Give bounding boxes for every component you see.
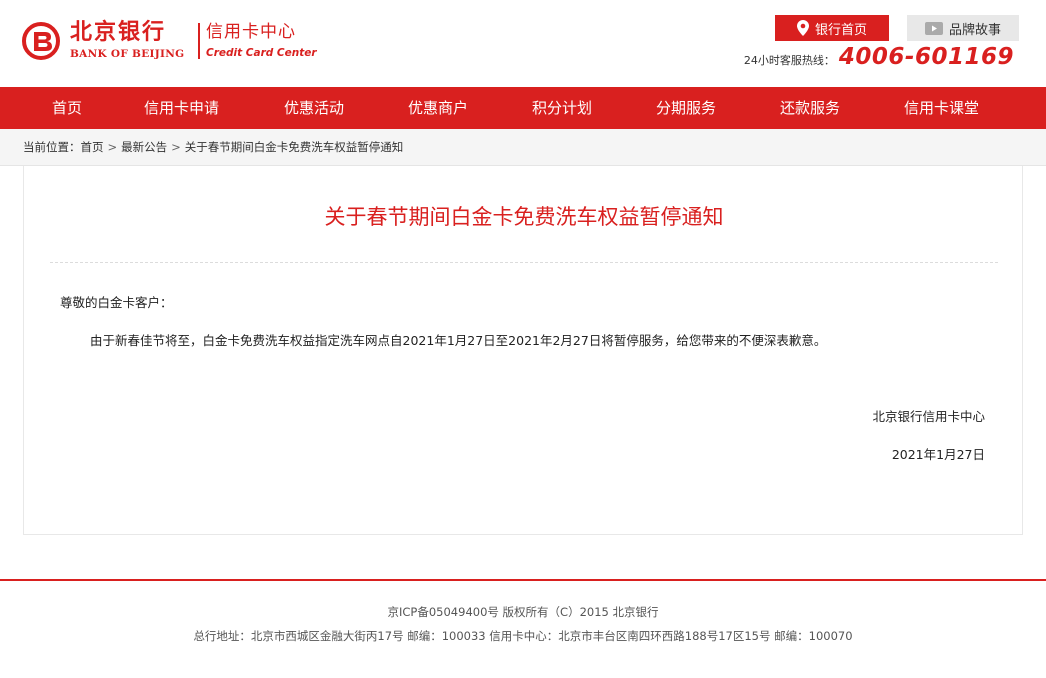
nav-item-points-program[interactable]: 积分计划 [532, 87, 592, 129]
footer-copyright: 京ICP备05049400号 版权所有（C）2015 北京银行 [387, 605, 659, 619]
bank-logo-mark-icon [22, 22, 60, 60]
video-play-icon [924, 21, 943, 35]
footer-divider [0, 579, 1046, 581]
brand-story-button[interactable]: 品牌故事 [907, 15, 1019, 41]
nav-item-installments[interactable]: 分期服务 [656, 87, 716, 129]
breadcrumb-bar: 当前位置：首页 > 最新公告 > 关于春节期间白金卡免费洗车权益暂停通知 [0, 129, 1046, 166]
article-signature: 北京银行信用卡中心 [872, 409, 985, 424]
nav-item-promotions[interactable]: 优惠活动 [284, 87, 344, 129]
nav-item-repayment[interactable]: 还款服务 [780, 87, 840, 129]
article-title: 关于春节期间白金卡免费洗车权益暂停通知 [324, 205, 724, 229]
nav-item-merchants[interactable]: 优惠商户 [408, 87, 468, 129]
bank-home-button[interactable]: 银行首页 [775, 15, 889, 41]
title-divider [50, 262, 998, 263]
hotline-label: 24小时客服热线： [743, 54, 835, 67]
bank-logo[interactable]: 北京银行 BANK OF BEIJING 信用卡中心 Credit Card C… [22, 21, 317, 61]
breadcrumb-separator: > [107, 140, 118, 154]
breadcrumb-announcements-link[interactable]: 最新公告 [121, 140, 167, 154]
nav-item-home[interactable]: 首页 [52, 87, 82, 129]
credit-card-center-en: Credit Card Center [206, 47, 317, 59]
bank-name-en: BANK OF BEIJING [70, 48, 185, 60]
breadcrumb-home-link[interactable]: 首页 [81, 140, 104, 154]
bank-logo-text: 北京银行 BANK OF BEIJING [70, 21, 195, 61]
article-greeting: 尊敬的白金卡客户： [60, 295, 173, 310]
article-date: 2021年1月27日 [891, 447, 985, 462]
article-body: 由于新春佳节将至，白金卡免费洗车权益指定洗车网点自2021年1月27日至2021… [90, 333, 827, 348]
article-panel: 关于春节期间白金卡免费洗车权益暂停通知 尊敬的白金卡客户： 由于新春佳节将至，白… [23, 166, 1023, 535]
location-pin-icon [796, 20, 809, 36]
site-header: 北京银行 BANK OF BEIJING 信用卡中心 Credit Card C… [0, 0, 1046, 87]
nav-item-card-class[interactable]: 信用卡课堂 [904, 87, 979, 129]
breadcrumb: 当前位置：首页 > 最新公告 > 关于春节期间白金卡免费洗车权益暂停通知 [23, 129, 403, 166]
credit-card-center-logo-text: 信用卡中心 Credit Card Center [206, 21, 326, 60]
credit-card-center-cn: 信用卡中心 [206, 22, 296, 42]
bank-name-cn: 北京银行 [70, 20, 167, 45]
logo-divider [198, 23, 200, 59]
main-navigation: 首页 信用卡申请 优惠活动 优惠商户 积分计划 分期服务 还款服务 信用卡课堂 [0, 87, 1046, 129]
breadcrumb-prefix: 当前位置： [23, 140, 81, 154]
brand-story-label: 品牌故事 [948, 22, 1001, 38]
breadcrumb-separator: > [171, 140, 181, 154]
breadcrumb-current-page: 关于春节期间白金卡免费洗车权益暂停通知 [184, 140, 404, 154]
hotline-number: 4006-601169 [838, 44, 1014, 70]
nav-item-card-application[interactable]: 信用卡申请 [144, 87, 219, 129]
footer-address: 总行地址：北京市西城区金融大街丙17号 邮编：100033 信用卡中心：北京市丰… [193, 629, 853, 643]
customer-service-hotline: 24小时客服热线： 4006-601169 [744, 44, 1014, 70]
bank-home-label: 银行首页 [814, 22, 867, 38]
